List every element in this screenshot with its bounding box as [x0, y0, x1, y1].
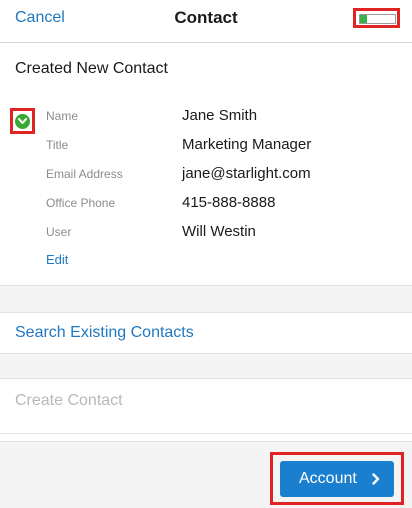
search-existing-contacts-link[interactable]: Search Existing Contacts	[15, 324, 194, 342]
account-button-highlight: Account	[270, 452, 404, 505]
field-value-office-phone: 415-888-8888	[182, 194, 276, 211]
field-label-office-phone: Office Phone	[46, 196, 116, 210]
divider	[0, 312, 412, 313]
progress-highlight	[353, 8, 400, 28]
divider	[0, 378, 412, 379]
divider	[0, 433, 412, 434]
account-button-label: Account	[299, 470, 357, 487]
field-label-email: Email Address	[46, 167, 123, 181]
field-value-email: jane@starlight.com	[182, 165, 311, 182]
check-glyph	[18, 118, 27, 124]
section-gap	[0, 354, 412, 378]
header-bar: Cancel Contact	[0, 0, 412, 43]
field-label-title: Title	[46, 138, 69, 152]
section-title: Created New Contact	[15, 60, 168, 77]
field-label-name: Name	[46, 109, 79, 123]
create-contact-button[interactable]: Create Contact	[15, 392, 123, 410]
check-circle-icon[interactable]	[15, 114, 30, 129]
field-value-name: Jane Smith	[182, 107, 258, 124]
progress-fill	[360, 15, 367, 23]
check-highlight	[10, 108, 35, 134]
chevron-right-icon	[372, 473, 380, 485]
cancel-button[interactable]: Cancel	[15, 9, 65, 27]
edit-link[interactable]: Edit	[46, 252, 68, 267]
field-value-title: Marketing Manager	[182, 136, 312, 153]
section-gap	[0, 286, 412, 312]
progress-bar	[359, 14, 396, 24]
field-label-user: User	[46, 225, 72, 239]
account-button[interactable]: Account	[280, 461, 394, 497]
field-value-user: Will Westin	[182, 223, 256, 240]
